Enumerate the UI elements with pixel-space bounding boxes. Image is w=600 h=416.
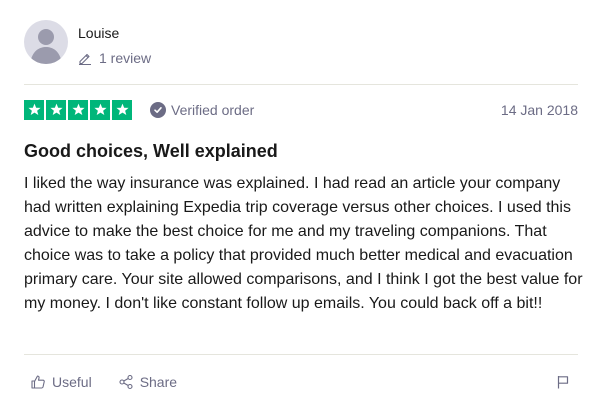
review-date: 14 Jan 2018 [500, 101, 578, 118]
checkmark-icon [150, 101, 166, 118]
review-actions: Useful Share [30, 372, 578, 392]
star-icon [68, 99, 88, 120]
star-icon [24, 99, 44, 120]
flag-icon[interactable] [556, 375, 570, 389]
useful-label: Useful [52, 374, 92, 390]
review-count-label: 1 review [99, 50, 152, 66]
review-meta: Verified order 14 Jan 2018 [24, 99, 578, 120]
star-rating [24, 99, 132, 120]
share-label: Share [139, 374, 178, 390]
review-count: 1 review [78, 50, 151, 66]
star-icon [46, 99, 66, 120]
user-avatar-icon[interactable] [24, 20, 68, 64]
verified-label: Verified order [171, 101, 255, 118]
pencil-icon [78, 51, 92, 65]
verified-badge[interactable]: Verified order [150, 101, 255, 118]
divider [24, 84, 578, 85]
review-body: I liked the way insurance was explained.… [24, 175, 583, 312]
useful-button[interactable]: Useful [30, 374, 92, 390]
divider [24, 354, 578, 355]
reviewer-header: Louise 1 review [24, 20, 151, 66]
reviewer-name[interactable]: Louise [78, 25, 151, 41]
share-icon [118, 374, 134, 390]
star-icon [90, 99, 110, 120]
thumbs-up-icon [30, 374, 46, 390]
star-icon [112, 99, 132, 120]
share-button[interactable]: Share [118, 374, 177, 390]
review-title[interactable]: Good choices, Well explained [24, 141, 278, 162]
